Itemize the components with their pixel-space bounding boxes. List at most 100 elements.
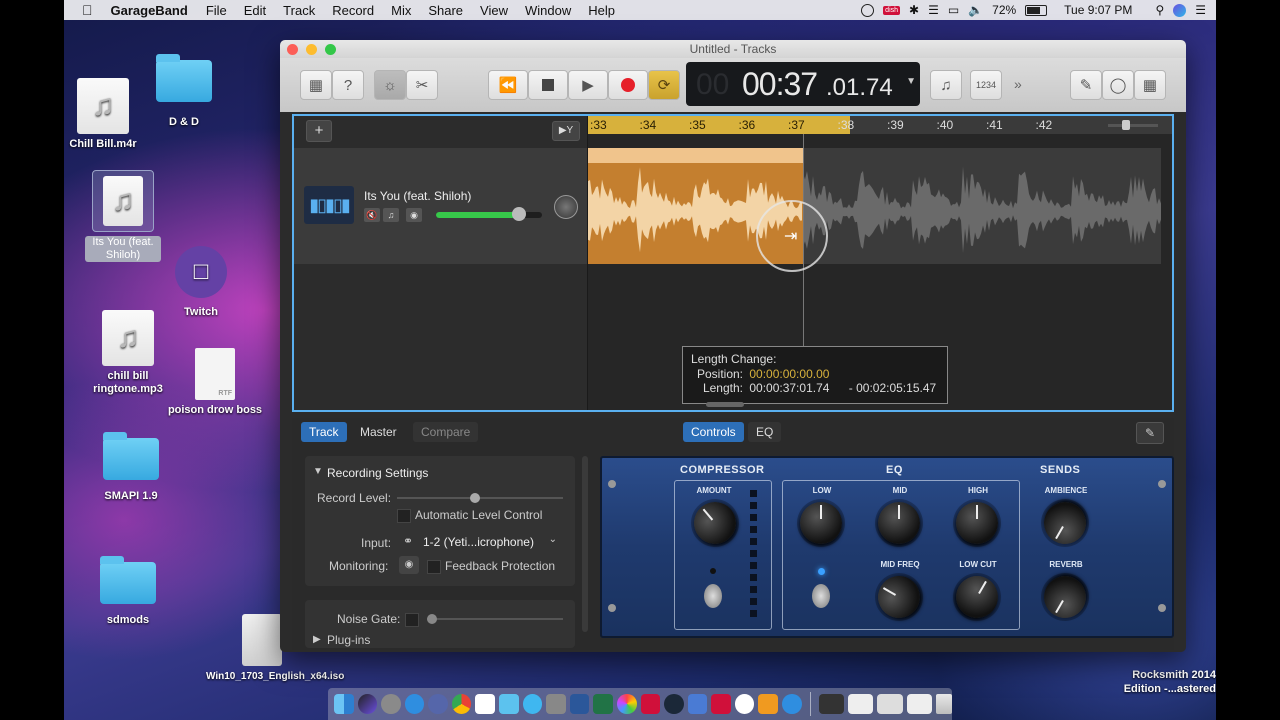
mid-knob[interactable] bbox=[878, 502, 920, 544]
menu-share[interactable]: Share bbox=[428, 3, 463, 18]
low-knob[interactable] bbox=[800, 502, 842, 544]
clock[interactable]: Tue 9:07 PM bbox=[1064, 3, 1132, 17]
trash-icon[interactable] bbox=[936, 694, 953, 714]
pan-knob[interactable] bbox=[554, 195, 578, 219]
photos-icon[interactable] bbox=[616, 694, 637, 714]
noise-gate-checkbox[interactable] bbox=[405, 613, 419, 627]
bluetooth-icon[interactable]: ✱ bbox=[909, 3, 919, 17]
record-level-slider[interactable] bbox=[397, 493, 563, 503]
region-header[interactable] bbox=[588, 148, 803, 163]
close-button[interactable] bbox=[287, 44, 298, 55]
messages-icon[interactable] bbox=[522, 694, 543, 714]
desktop-icon-d-and-d[interactable]: D & D bbox=[129, 54, 239, 129]
chrome-icon[interactable] bbox=[451, 694, 472, 714]
disclosure-triangle-icon[interactable]: ▼ bbox=[313, 466, 323, 477]
menu-window[interactable]: Window bbox=[525, 3, 571, 18]
noise-gate-slider[interactable] bbox=[427, 614, 563, 624]
feedback-protection-checkbox[interactable] bbox=[427, 560, 441, 574]
quicken-icon[interactable] bbox=[640, 694, 661, 714]
more-icon[interactable]: » bbox=[1014, 76, 1022, 92]
battery-icon[interactable] bbox=[1025, 4, 1048, 16]
siri-dock-icon[interactable] bbox=[357, 694, 378, 714]
eq-toggle-switch[interactable] bbox=[812, 584, 830, 608]
menu-record[interactable]: Record bbox=[332, 3, 374, 18]
help-button[interactable]: ? bbox=[332, 70, 364, 100]
rocksmith-label[interactable]: Rocksmith 2014 Edition -...astered bbox=[1112, 668, 1216, 696]
cycle-region[interactable] bbox=[588, 116, 850, 134]
folder-dock-icon[interactable] bbox=[499, 694, 519, 714]
minimize-button[interactable] bbox=[306, 44, 317, 55]
editors-button[interactable]: ✂ bbox=[406, 70, 438, 100]
launchpad-icon[interactable] bbox=[381, 694, 401, 714]
menu-track[interactable]: Track bbox=[283, 3, 315, 18]
tab-controls[interactable]: Controls bbox=[683, 422, 744, 442]
search-icon[interactable]: ⚲ bbox=[1155, 3, 1164, 17]
garageband-dock-icon[interactable] bbox=[758, 694, 778, 714]
menu-mix[interactable]: Mix bbox=[391, 3, 411, 18]
desktop-icon-poison-drow-boss[interactable]: RTF poison drow boss bbox=[160, 348, 270, 417]
count-in-button[interactable]: 1234 bbox=[970, 70, 1002, 100]
lcd-display[interactable]: 00 00:37 .01.74 ▼ bbox=[686, 62, 920, 106]
plugins-disclosure-icon[interactable]: ▶ bbox=[313, 634, 321, 645]
apple-icon[interactable]:  bbox=[82, 2, 93, 18]
ambience-knob[interactable] bbox=[1036, 494, 1094, 552]
timeline-ruler[interactable]: :33:34:35:36:37:38:39:40:41:42 bbox=[588, 116, 1172, 134]
window-thumb-icon[interactable] bbox=[906, 694, 933, 714]
loops-button[interactable]: ◯ bbox=[1102, 70, 1134, 100]
reverb-knob[interactable] bbox=[1036, 568, 1094, 626]
safari-icon[interactable] bbox=[404, 694, 425, 714]
high-knob[interactable] bbox=[956, 502, 998, 544]
menu-app-name[interactable]: GarageBand bbox=[111, 3, 188, 18]
panel-scrollbar[interactable] bbox=[582, 456, 588, 632]
itunes-icon[interactable] bbox=[734, 694, 755, 714]
menu-edit[interactable]: Edit bbox=[244, 3, 266, 18]
tab-master[interactable]: Master bbox=[352, 422, 405, 442]
excel-icon[interactable] bbox=[593, 694, 613, 714]
media-browser-button[interactable]: ▦ bbox=[1134, 70, 1166, 100]
horizontal-scrollbar[interactable] bbox=[706, 402, 744, 407]
airplay-icon[interactable]: ▭ bbox=[948, 3, 959, 17]
auto-level-checkbox[interactable] bbox=[397, 509, 411, 523]
monitoring-button[interactable]: ◉ bbox=[399, 556, 419, 574]
help-dock-icon[interactable] bbox=[428, 694, 448, 714]
tab-eq[interactable]: EQ bbox=[748, 422, 782, 442]
compressor-toggle-switch[interactable] bbox=[704, 584, 722, 608]
zoom-slider[interactable] bbox=[1108, 120, 1158, 130]
menu-file[interactable]: File bbox=[206, 3, 227, 18]
add-track-button[interactable]: + bbox=[306, 120, 332, 142]
title-bar[interactable]: Untitled - Tracks bbox=[280, 40, 1186, 58]
desktop-icon-twitch[interactable]: □ Twitch bbox=[146, 246, 256, 319]
recording-settings-title[interactable]: Recording Settings bbox=[327, 466, 428, 480]
catch-playhead-button[interactable]: ▶Y bbox=[552, 121, 580, 141]
stop-button[interactable] bbox=[528, 70, 568, 100]
window-thumb-icon[interactable] bbox=[818, 694, 844, 714]
zoom-button[interactable] bbox=[325, 44, 336, 55]
library-button[interactable]: ▦ bbox=[300, 70, 332, 100]
clipboard-icon[interactable] bbox=[687, 694, 708, 714]
input-monitor-button[interactable]: ◉ bbox=[406, 208, 422, 222]
track-volume-slider[interactable] bbox=[436, 207, 542, 221]
system-preferences-icon[interactable] bbox=[546, 694, 566, 714]
dish-icon[interactable]: dish bbox=[883, 5, 901, 15]
lcd-dropdown-icon[interactable]: ▼ bbox=[906, 76, 916, 87]
menu-view[interactable]: View bbox=[480, 3, 508, 18]
desktop-icon-sdmods[interactable]: sdmods bbox=[73, 556, 183, 627]
wifi-icon[interactable]: ☰ bbox=[928, 3, 939, 17]
plugins-label[interactable]: Plug-ins bbox=[327, 633, 370, 647]
mute-button[interactable]: 🔇 bbox=[364, 208, 380, 222]
rewind-button[interactable]: ⏪ bbox=[488, 70, 528, 100]
notification-center-icon[interactable]: ☰ bbox=[1195, 3, 1206, 17]
track-name[interactable]: Its You (feat. Shiloh) bbox=[364, 189, 471, 203]
calendar-icon[interactable] bbox=[475, 694, 496, 714]
record-status-icon[interactable] bbox=[861, 3, 875, 17]
record-button[interactable] bbox=[608, 70, 648, 100]
notepad-button[interactable]: ✎ bbox=[1070, 70, 1102, 100]
play-button[interactable]: ▶ bbox=[568, 70, 608, 100]
tuner-button[interactable]: ♫ bbox=[930, 70, 962, 100]
siri-icon[interactable] bbox=[1173, 3, 1187, 17]
browser-dock-icon[interactable] bbox=[781, 694, 802, 714]
battery-percent[interactable]: 72% bbox=[992, 3, 1016, 17]
steam-icon[interactable] bbox=[664, 694, 684, 714]
desktop-icon-smapi[interactable]: SMAPI 1.9 bbox=[76, 432, 186, 503]
edit-controls-button[interactable]: ✎ bbox=[1136, 422, 1164, 444]
